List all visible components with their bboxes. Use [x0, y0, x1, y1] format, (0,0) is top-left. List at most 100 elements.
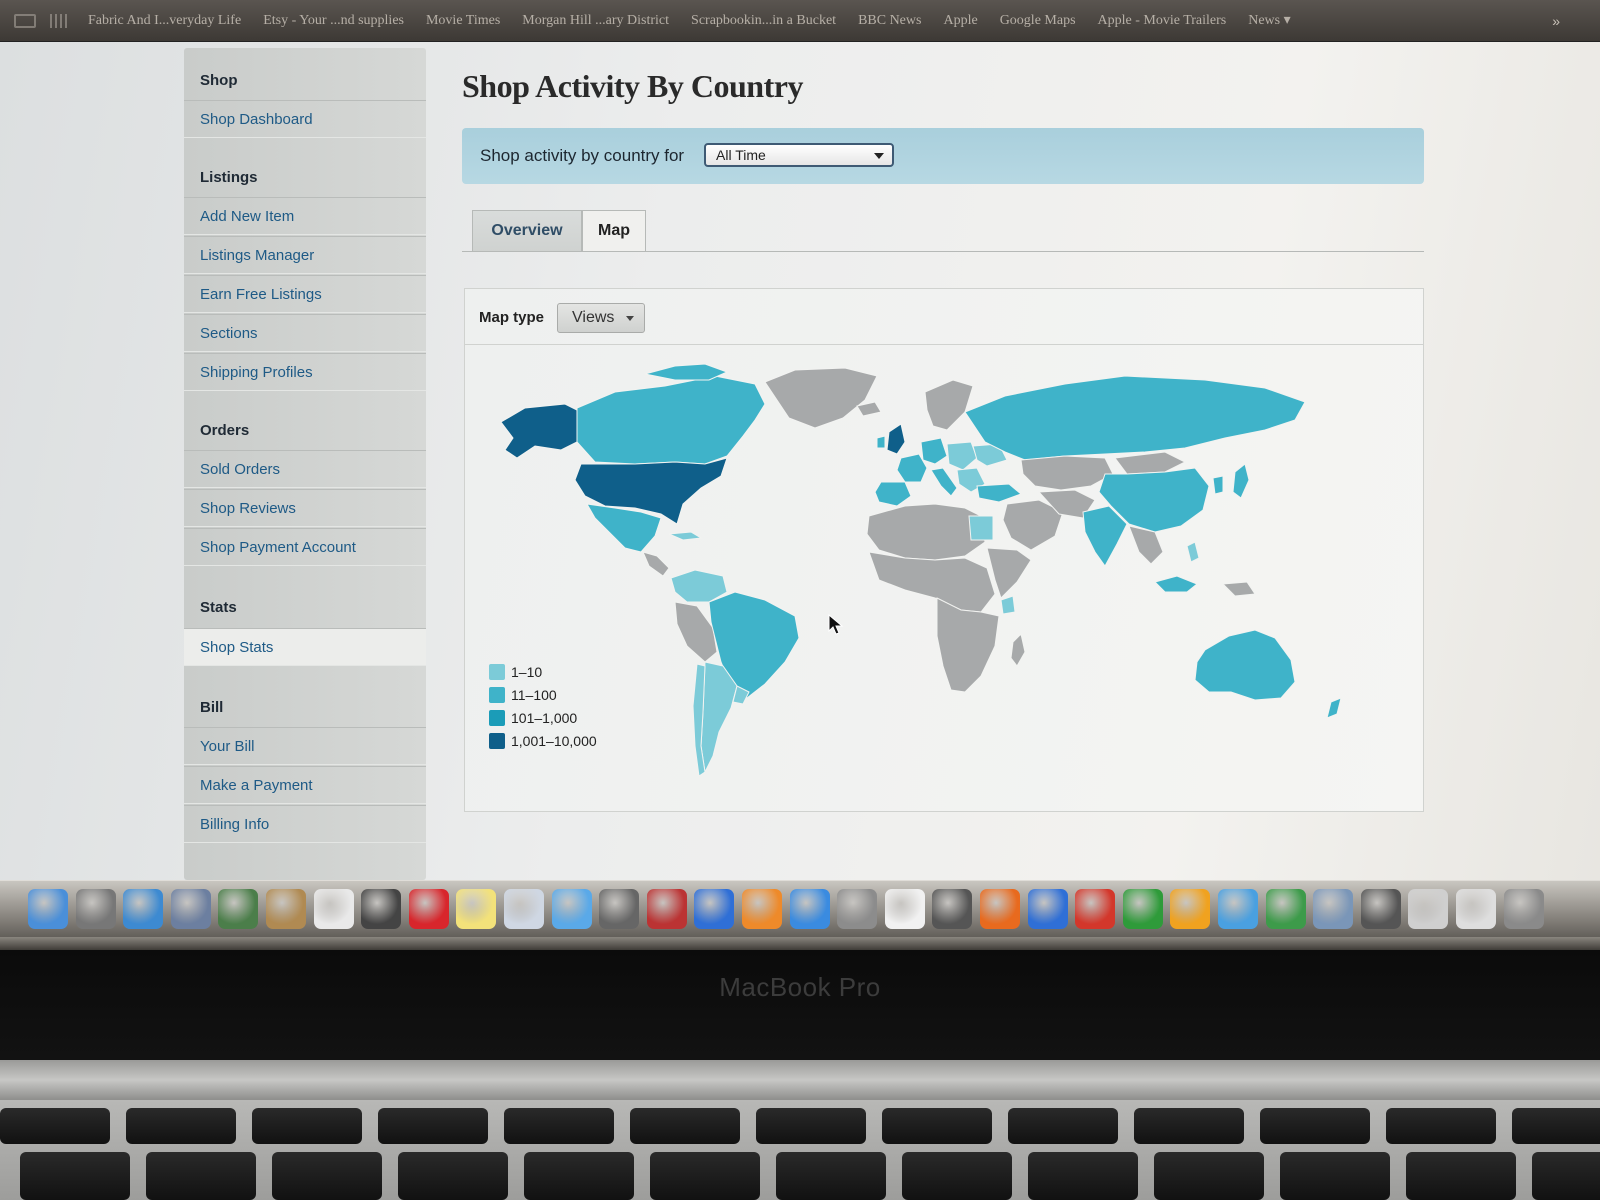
world-choropleth-map[interactable]	[465, 346, 1423, 812]
country-north-africa[interactable]	[866, 503, 986, 561]
country-kazakhstan-central-asia[interactable]	[1020, 455, 1114, 491]
launchpad-icon[interactable]	[75, 889, 116, 929]
printer-icon[interactable]	[1408, 889, 1449, 929]
country-turkey[interactable]	[976, 483, 1022, 503]
messages-icon[interactable]	[551, 889, 592, 929]
bookmark-link[interactable]: Google Maps	[1000, 13, 1076, 29]
sidebar-item-sections[interactable]: Sections	[184, 314, 426, 352]
messenger-icon[interactable]	[1218, 889, 1258, 929]
laptop-keyboard	[0, 1100, 1600, 1200]
safari-icon[interactable]	[123, 889, 164, 929]
period-select[interactable]: All Time	[704, 143, 894, 167]
sidebar-item-billing-info[interactable]: Billing Info	[184, 805, 426, 843]
facetime-icon[interactable]	[599, 889, 640, 929]
country-canada[interactable]	[576, 375, 766, 465]
powerpoint-icon[interactable]	[1075, 889, 1116, 929]
sidebar-item-sold-orders[interactable]: Sold Orders	[184, 450, 426, 488]
sidebar-item-your-bill[interactable]: Your Bill	[184, 727, 426, 765]
bookmark-link[interactable]: Etsy - Your ...nd supplies	[263, 13, 404, 29]
sidebar-item-listings-manager[interactable]: Listings Manager	[184, 236, 426, 274]
photo-icon[interactable]	[646, 889, 687, 929]
legend-label: 1–10	[511, 664, 543, 680]
itunes-icon[interactable]	[694, 889, 735, 929]
country-australia[interactable]	[1194, 629, 1296, 701]
bookmark-link[interactable]: Apple	[943, 13, 977, 29]
country-germany[interactable]	[920, 437, 948, 465]
keyboard-key	[1406, 1152, 1516, 1200]
sidebar-item-shop-stats[interactable]: Shop Stats	[184, 628, 426, 666]
bookmarks-overflow-icon[interactable]: »	[1552, 13, 1560, 29]
bookmark-link[interactable]: Scrapbookin...in a Bucket	[691, 13, 836, 29]
tab-map[interactable]: Map	[582, 210, 646, 252]
firefox-icon[interactable]	[980, 889, 1020, 929]
reading-list-icon[interactable]	[14, 13, 36, 28]
address-book-icon[interactable]	[266, 889, 306, 929]
bookmark-link[interactable]: Fabric And I...veryday Life	[88, 13, 241, 29]
country-italy[interactable]	[930, 467, 958, 497]
bookmark-folder[interactable]: News ▾	[1248, 12, 1290, 29]
sidebar-item-shop-dashboard[interactable]: Shop Dashboard	[184, 100, 426, 138]
calendar-icon[interactable]	[313, 889, 354, 929]
country-southern-africa[interactable]	[936, 597, 1000, 693]
country-kenya[interactable]	[1000, 595, 1016, 615]
iphoto-icon[interactable]	[218, 889, 259, 929]
country-japan[interactable]	[1232, 463, 1250, 499]
downloads-icon[interactable]	[1265, 889, 1306, 929]
bookmark-link[interactable]: BBC News	[858, 13, 921, 29]
top-sites-icon[interactable]	[50, 13, 70, 28]
country-central-europe[interactable]	[946, 441, 978, 471]
preview-icon[interactable]	[504, 889, 544, 929]
country-west-central-africa[interactable]	[868, 551, 996, 613]
sidebar-item-earn-free-listings[interactable]: Earn Free Listings	[184, 275, 426, 313]
unknown-app-icon[interactable]	[932, 889, 973, 929]
system-preferences-icon[interactable]	[837, 889, 878, 929]
network-icon[interactable]	[1313, 889, 1354, 929]
country-united-kingdom[interactable]	[886, 423, 906, 455]
sidebar-heading-orders: Orders	[200, 422, 250, 439]
country-argentina[interactable]	[700, 661, 738, 774]
word-icon[interactable]	[1027, 889, 1068, 929]
sidebar-item-shipping-profiles[interactable]: Shipping Profiles	[184, 353, 426, 391]
map-type-dropdown[interactable]: Views	[557, 303, 645, 333]
country-canada-islands[interactable]	[644, 363, 729, 381]
bookmark-link[interactable]: Morgan Hill ...ary District	[522, 13, 669, 29]
sidebar-item-shop-payment-account[interactable]: Shop Payment Account	[184, 528, 426, 566]
country-greenland[interactable]	[764, 367, 878, 429]
country-new-zealand[interactable]	[1326, 697, 1342, 719]
country-cuba[interactable]	[668, 531, 703, 541]
sidebar-item-make-a-payment[interactable]: Make a Payment	[184, 766, 426, 804]
excel-icon[interactable]	[1122, 889, 1163, 929]
country-egypt[interactable]	[968, 515, 994, 541]
bookmark-link[interactable]: Apple - Movie Trailers	[1098, 13, 1227, 29]
outlook-icon[interactable]	[1170, 889, 1211, 929]
legend-label: 1,001–10,000	[511, 733, 597, 749]
country-indonesia[interactable]	[1154, 575, 1198, 593]
country-scandinavia[interactable]	[924, 379, 974, 431]
country-russia[interactable]	[964, 375, 1306, 461]
keyboard-key	[756, 1108, 866, 1144]
country-philippines[interactable]	[1186, 541, 1200, 563]
country-alaska[interactable]	[500, 403, 582, 459]
stickies-icon[interactable]	[456, 889, 497, 929]
ibooks-icon[interactable]	[742, 889, 782, 929]
sidebar-item-shop-reviews[interactable]: Shop Reviews	[184, 489, 426, 527]
country-central-america[interactable]	[642, 551, 670, 577]
sidebar-item-add-new-item[interactable]: Add New Item	[184, 197, 426, 235]
app-store-icon[interactable]	[789, 889, 830, 929]
country-korea[interactable]	[1212, 475, 1224, 495]
photo-booth-icon[interactable]	[361, 889, 402, 929]
bookmark-link[interactable]: Movie Times	[426, 13, 500, 29]
country-new-guinea[interactable]	[1221, 581, 1256, 597]
documents-icon[interactable]	[1456, 889, 1496, 929]
trash-icon[interactable]	[1503, 889, 1544, 929]
tab-overview[interactable]: Overview	[472, 210, 582, 252]
finder-icon[interactable]	[28, 889, 68, 929]
country-colombia-venezuela[interactable]	[670, 569, 728, 603]
country-spain-portugal[interactable]	[874, 481, 912, 507]
country-ireland[interactable]	[876, 435, 886, 449]
acrobat-icon[interactable]	[408, 889, 449, 929]
unknown-app-icon[interactable]	[1360, 889, 1401, 929]
mail-icon[interactable]	[170, 889, 211, 929]
country-madagascar[interactable]	[1010, 633, 1026, 667]
textedit-icon[interactable]	[884, 889, 925, 929]
